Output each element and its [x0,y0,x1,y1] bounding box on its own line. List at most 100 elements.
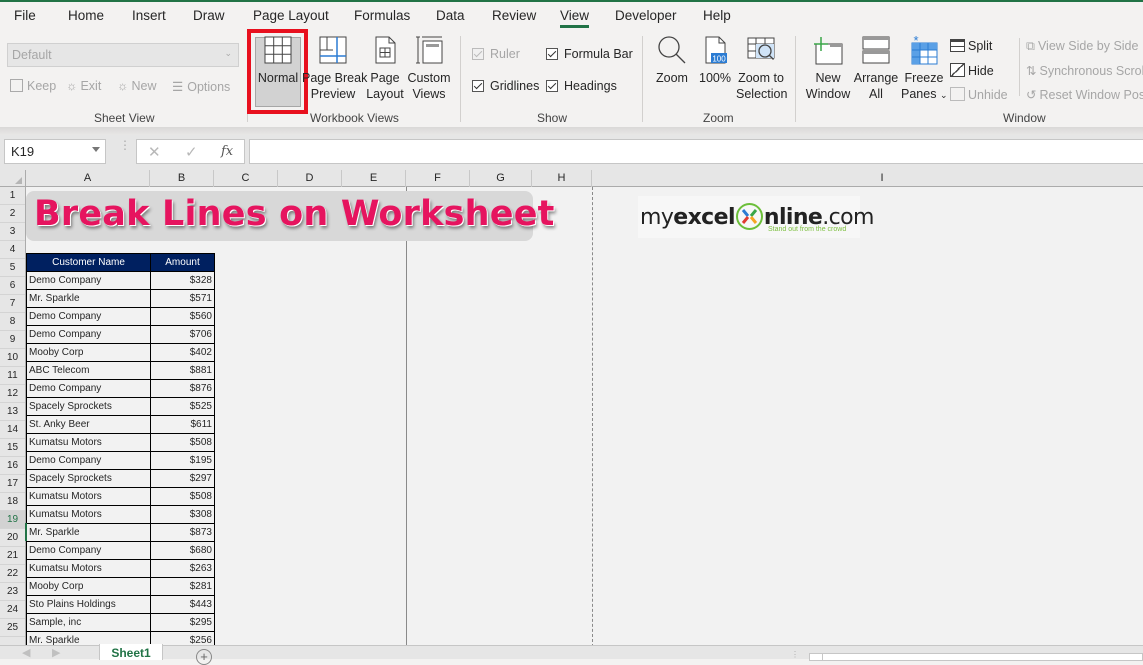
tab-page-layout[interactable]: Page Layout [253,8,329,23]
row-header[interactable]: 7 [0,295,25,313]
sheet-tab-sheet1[interactable]: Sheet1 [99,644,163,660]
page-layout-button[interactable]: Page Layout [366,34,404,102]
column-header-b[interactable]: B [150,170,214,187]
headings-checkbox[interactable]: Headings [546,79,617,93]
new-view-button[interactable]: ☼ New [117,79,156,93]
customer-name-cell[interactable]: St. Anky Beer [26,415,151,434]
customer-name-cell[interactable]: Demo Company [26,451,151,470]
row-header[interactable]: 5 [0,259,25,277]
title-shape[interactable]: Break Lines on Worksheet [26,191,554,241]
row-header[interactable]: 2 [0,205,25,223]
tab-developer[interactable]: Developer [615,8,677,23]
enter-icon[interactable]: ✓ [185,143,198,161]
custom-views-button[interactable]: Custom Views [406,34,452,102]
column-header-f[interactable]: F [406,170,470,187]
amount-cell[interactable]: $328 [150,271,215,290]
row-header[interactable]: 12 [0,385,25,403]
column-header-g[interactable]: G [470,170,532,187]
header-customer-name[interactable]: Customer Name [26,253,151,272]
column-header-a[interactable]: A [26,170,150,187]
amount-cell[interactable]: $706 [150,325,215,344]
amount-cell[interactable]: $571 [150,289,215,308]
customer-name-cell[interactable]: Kumatsu Motors [26,433,151,452]
amount-cell[interactable]: $611 [150,415,215,434]
keep-button[interactable]: Keep [10,79,56,93]
customer-name-cell[interactable]: Mr. Sparkle [26,289,151,308]
prev-sheet-icon[interactable]: ◀ [22,646,30,659]
row-header[interactable]: 8 [0,313,25,331]
amount-cell[interactable]: $281 [150,577,215,596]
amount-cell[interactable]: $195 [150,451,215,470]
amount-cell[interactable]: $873 [150,523,215,542]
synchronous-scrolling-button[interactable]: ⇅Synchronous Scrolling [1026,63,1143,78]
amount-cell[interactable]: $508 [150,487,215,506]
hide-button[interactable]: Hide [950,63,994,78]
column-header-h[interactable]: H [532,170,592,187]
tab-draw[interactable]: Draw [193,8,225,23]
header-amount[interactable]: Amount [150,253,215,272]
next-sheet-icon[interactable]: ▶ [52,646,60,659]
amount-cell[interactable]: $295 [150,613,215,632]
tab-view[interactable]: View [560,8,590,28]
column-header-d[interactable]: D [278,170,342,187]
row-header[interactable]: 22 [0,565,25,583]
amount-cell[interactable]: $263 [150,559,215,578]
tab-home[interactable]: Home [68,8,104,23]
chevron-down-icon[interactable] [92,147,100,152]
customer-name-cell[interactable]: Kumatsu Motors [26,487,151,506]
customer-name-cell[interactable]: Spacely Sprockets [26,469,151,488]
row-header[interactable]: 6 [0,277,25,295]
formula-bar-checkbox[interactable]: Formula Bar [546,47,633,61]
amount-cell[interactable]: $680 [150,541,215,560]
row-header[interactable]: 1 [0,187,25,205]
customer-name-cell[interactable]: Mooby Corp [26,577,151,596]
customer-name-cell[interactable]: Demo Company [26,271,151,290]
zoom-to-selection-button[interactable]: Zoom to Selection [736,34,787,102]
zoom-button[interactable]: Zoom [652,34,692,86]
amount-cell[interactable]: $508 [150,433,215,452]
row-header[interactable]: 11 [0,367,25,385]
add-sheet-button[interactable]: + [196,649,212,665]
gridlines-checkbox[interactable]: Gridlines [472,79,539,93]
name-box[interactable]: K19 [4,139,106,164]
customer-name-cell[interactable]: Spacely Sprockets [26,397,151,416]
arrange-all-button[interactable]: Arrange All [853,34,899,102]
customer-name-cell[interactable]: Demo Company [26,307,151,326]
customer-name-cell[interactable]: Sto Plains Holdings [26,595,151,614]
amount-cell[interactable]: $876 [150,379,215,398]
amount-cell[interactable]: $297 [150,469,215,488]
row-header[interactable]: 20 [0,529,25,547]
customer-name-cell[interactable]: Mooby Corp [26,343,151,362]
column-header-c[interactable]: C [214,170,278,187]
row-header[interactable]: 13 [0,403,25,421]
amount-cell[interactable]: $881 [150,361,215,380]
amount-cell[interactable]: $443 [150,595,215,614]
scroll-left-button[interactable] [809,653,823,661]
customer-name-cell[interactable]: Demo Company [26,379,151,398]
amount-cell[interactable]: $560 [150,307,215,326]
column-header-i[interactable]: I [592,170,1143,187]
row-header[interactable]: 19 [0,511,25,529]
split-button[interactable]: Split [950,39,992,53]
customer-name-cell[interactable]: Mr. Sparkle [26,523,151,542]
tab-insert[interactable]: Insert [132,8,166,23]
row-header[interactable]: 9 [0,331,25,349]
worksheet-grid[interactable]: A B C D E F G H I 1 2 3 4 5 6 7 8 9 10 11 12 13 14 15 1… [0,170,1143,645]
customer-name-cell[interactable]: Sample, inc [26,613,151,632]
reset-window-position-button[interactable]: ↺Reset Window Position [1026,87,1143,102]
freeze-panes-button[interactable]: * Freeze Panes ⌄ [901,34,947,103]
row-header[interactable]: 24 [0,601,25,619]
customer-name-cell[interactable]: ABC Telecom [26,361,151,380]
amount-cell[interactable]: $256 [150,631,215,645]
row-header[interactable]: 16 [0,457,25,475]
myexcelonline-logo[interactable]: myexcel nline.com Stand out from the crow… [638,196,874,238]
sheet-view-dropdown[interactable]: Default ⌄ [7,43,239,67]
row-header[interactable]: 3 [0,223,25,241]
unhide-button[interactable]: Unhide [950,87,1008,102]
row-header[interactable]: 18 [0,493,25,511]
amount-cell[interactable]: $525 [150,397,215,416]
horizontal-scrollbar[interactable] [809,653,1143,661]
insert-function-icon[interactable]: fx [221,144,233,159]
amount-cell[interactable]: $308 [150,505,215,524]
tab-file[interactable]: File [14,8,36,23]
